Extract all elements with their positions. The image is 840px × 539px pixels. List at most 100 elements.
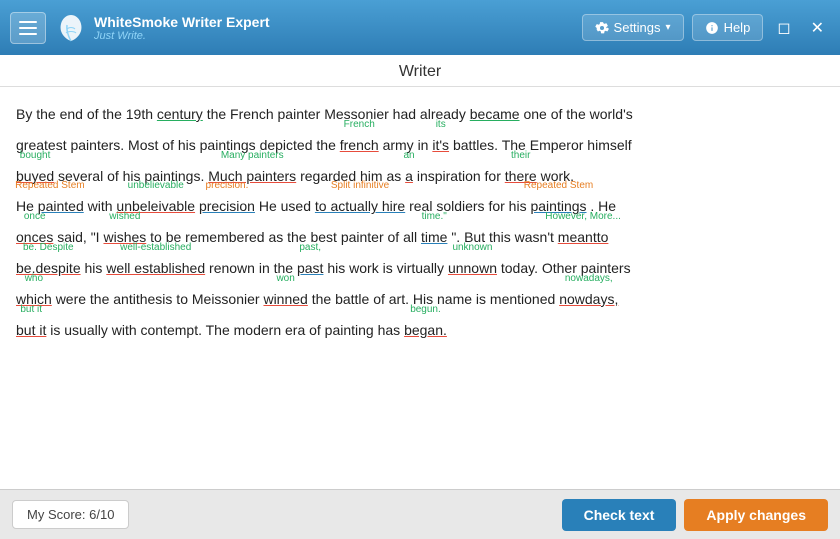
settings-dropdown-icon: ▾ — [666, 22, 671, 33]
text-static: . He — [590, 198, 616, 214]
word-which: which — [16, 291, 52, 307]
text-static: with — [88, 198, 117, 214]
annotated-an: an a — [405, 161, 413, 192]
annotated-unbelievable: unbelievable unbeleivable — [116, 191, 195, 222]
annotated-its: its it's — [432, 130, 449, 161]
score-badge: My Score: 6/10 — [12, 500, 129, 529]
main-content: Writer By the end of the 19th century th… — [0, 55, 840, 539]
annotated-unknown: unknown unnown — [448, 253, 497, 284]
close-button[interactable]: ✕ — [805, 14, 830, 42]
text-static: By the end of the 19th — [16, 106, 157, 122]
app-subtitle: Just Write. — [94, 30, 270, 42]
word-french: french — [340, 137, 379, 153]
annotated-meantto: However, More... meantto — [558, 222, 609, 253]
bottom-bar: My Score: 6/10 Check text Apply changes — [0, 489, 840, 539]
word-its: it's — [432, 137, 449, 153]
text-static: battles. The Emperor himself — [453, 137, 632, 153]
annotated-but-it: but it but it — [16, 315, 46, 346]
word-time: time — [421, 229, 447, 245]
text-static: regarded him as — [300, 168, 405, 184]
text-static: is usually with contempt. The modern era… — [50, 322, 404, 338]
info-icon — [705, 21, 719, 35]
text-static: He used — [259, 198, 315, 214]
text-static: the battle of art. His name is mentioned — [312, 291, 559, 307]
word-unbeleivable: unbeleivable — [116, 198, 195, 214]
apply-changes-button[interactable]: Apply changes — [684, 499, 828, 531]
annotated-french: French french — [340, 130, 379, 161]
bottom-buttons: Check text Apply changes — [562, 499, 828, 531]
settings-button[interactable]: Settings ▾ — [582, 14, 684, 41]
word-but-it: but it — [16, 322, 46, 338]
text-static: today. Other painters — [501, 260, 631, 276]
annotated-many-painters: Many painters Much painters — [208, 161, 296, 192]
titlebar-left: WhiteSmoke Writer Expert Just Write. — [10, 12, 270, 44]
text-paragraph: By the end of the 19th century the Frenc… — [16, 99, 824, 345]
text-static: inspiration for — [417, 168, 505, 184]
check-text-button[interactable]: Check text — [562, 499, 677, 531]
word-a: a — [405, 168, 413, 184]
annotated-won: won winned — [263, 284, 307, 315]
text-static: said, "I — [57, 229, 103, 245]
hamburger-line-2 — [19, 27, 37, 29]
text-editor[interactable]: By the end of the 19th century the Frenc… — [0, 87, 840, 489]
text-static: one of the world's — [520, 106, 633, 122]
annotated-split-inf: Split infinitive to actually hire — [315, 191, 405, 222]
text-static: his work is virtually — [327, 260, 448, 276]
word-there: there — [505, 168, 537, 184]
help-button[interactable]: Help — [692, 14, 764, 41]
text-static: ". But this wasn't — [451, 229, 557, 245]
text-static: the French painter Messonier had already — [203, 106, 470, 122]
word-onces: onces — [16, 229, 53, 245]
word-buyed: buyed — [16, 168, 54, 184]
text-static: to be remembered as the best painter of … — [150, 229, 421, 245]
writer-title: Writer — [0, 55, 840, 87]
app-title: WhiteSmoke Writer Expert — [94, 14, 270, 30]
word-be-despite: be.despite — [16, 260, 81, 276]
gear-icon — [595, 21, 609, 35]
annotated-precision: precision. precision — [199, 191, 255, 222]
word-well-established: well established — [106, 260, 205, 276]
text-static: renown in the — [209, 260, 297, 276]
hamburger-line-1 — [19, 21, 37, 23]
text-static: were the antithesis to Meissonier — [56, 291, 264, 307]
annotated-be-despite: be. Despite be.despite — [16, 253, 81, 284]
word-painted: painted — [38, 198, 84, 214]
annotated-time: time." time — [421, 222, 447, 253]
word-past: past — [297, 260, 323, 276]
text-static: He — [16, 198, 38, 214]
annotated-who: who which — [16, 284, 52, 315]
word-became: became — [470, 106, 520, 122]
logo-icon — [56, 13, 86, 43]
text-static: his — [85, 260, 107, 276]
word-nowdays: nowdays, — [559, 291, 618, 307]
settings-label: Settings — [614, 20, 661, 35]
word-precision: precision — [199, 198, 255, 214]
word-meantto: meantto — [558, 229, 609, 245]
text-static: work. — [541, 168, 574, 184]
restore-button[interactable]: ◻ — [771, 14, 796, 42]
word-wishes: wishes — [103, 229, 146, 245]
word-unnown: unnown — [448, 260, 497, 276]
annotated-past: past, past — [297, 253, 323, 284]
annotated-bought: bought buyed — [16, 161, 54, 192]
text-static: real soldiers for his — [409, 198, 530, 214]
titlebar: WhiteSmoke Writer Expert Just Write. Set… — [0, 0, 840, 55]
text-static: greatest painters. Most of his paintings… — [16, 137, 340, 153]
annotated-begun: begun. began. — [404, 315, 447, 346]
annotated-well-established: well-established well established — [106, 253, 205, 284]
hamburger-button[interactable] — [10, 12, 46, 44]
annotated-their: their there — [505, 161, 537, 192]
word-to-actually-hire: to actually hire — [315, 198, 405, 214]
logo-area: WhiteSmoke Writer Expert Just Write. — [56, 13, 270, 43]
annotated-nowadays: nowadays, nowdays, — [559, 284, 618, 315]
annotated-repeated-stem: Repeated Stem He painted — [16, 191, 84, 222]
word-century: century — [157, 106, 203, 122]
annotated-once: once onces — [16, 222, 53, 253]
annotated-repeated-stem-2: Repeated Stem paintings — [530, 191, 586, 222]
logo-text: WhiteSmoke Writer Expert Just Write. — [94, 14, 270, 42]
word-winned: winned — [263, 291, 307, 307]
word-paintings: paintings — [530, 198, 586, 214]
titlebar-right: Settings ▾ Help ◻ ✕ — [582, 14, 830, 42]
word-much-painters: Much painters — [208, 168, 296, 184]
hamburger-line-3 — [19, 33, 37, 35]
